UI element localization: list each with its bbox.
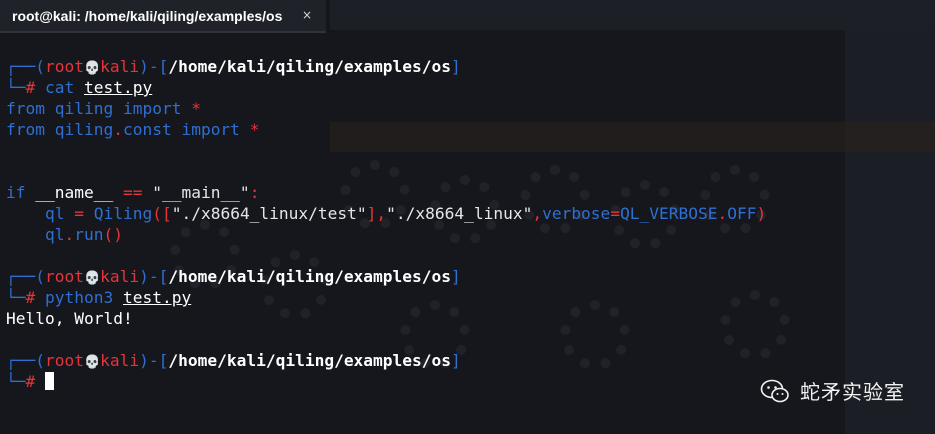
code-token: import [181, 120, 240, 139]
code-token: if [6, 183, 26, 202]
prompt-sep: )-[ [139, 267, 169, 286]
prompt-sep: ] [451, 267, 461, 286]
code-line: from qiling.const import * [6, 119, 836, 140]
code-token: QL_VERBOSE [620, 204, 718, 223]
prompt-hash: # [25, 372, 36, 391]
command-line: └─# [6, 371, 836, 392]
prompt-host: kali [100, 351, 140, 370]
prompt-corner: └─ [6, 288, 26, 307]
terminal-output[interactable]: ┌──(root💀kali)-[/home/kali/qiling/exampl… [6, 56, 836, 392]
code-token: , [532, 204, 543, 223]
command-name: cat [45, 78, 75, 97]
code-token: . [717, 204, 728, 223]
prompt-host: kali [100, 267, 140, 286]
code-token: = [74, 204, 84, 223]
code-token: "./x8664_linux" [386, 204, 533, 223]
code-token: "__main__" [152, 183, 250, 202]
prompt-path: /home/kali/qiling/examples/os [168, 267, 452, 286]
prompt-path: /home/kali/qiling/examples/os [168, 57, 452, 76]
terminal-tab[interactable]: root@kali: /home/kali/qiling/examples/os… [0, 0, 326, 33]
skull-icon: 💀 [83, 61, 101, 76]
code-token: run [74, 225, 104, 244]
code-token: Qiling [93, 204, 153, 223]
prompt-corner: ┌──( [6, 267, 45, 286]
terminal-tab-bar: root@kali: /home/kali/qiling/examples/os… [0, 0, 935, 33]
code-token: ql [44, 204, 65, 223]
skull-icon: 💀 [83, 271, 101, 286]
code-token: ) [756, 204, 767, 223]
command-name: python3 [45, 288, 114, 307]
prompt-corner: └─ [6, 372, 26, 391]
prompt-line: ┌──(root💀kali)-[/home/kali/qiling/exampl… [6, 266, 836, 287]
code-token: from [6, 120, 45, 139]
prompt-sep: ] [451, 57, 461, 76]
prompt-user: root [44, 57, 84, 76]
code-token: ql [44, 225, 65, 244]
watermark-text: 蛇矛实验室 [800, 380, 905, 404]
prompt-user: root [44, 267, 84, 286]
code-token: import [122, 99, 182, 118]
prompt-corner: ┌──( [6, 351, 45, 370]
prompt-sep: ] [451, 351, 461, 370]
prompt-corner: ┌──( [6, 57, 45, 76]
background-sidebar [845, 30, 935, 434]
prompt-line: ┌──(root💀kali)-[/home/kali/qiling/exampl… [6, 350, 836, 371]
code-token: . [64, 225, 75, 244]
prompt-corner: └─ [6, 78, 26, 97]
code-token: __name__ [35, 183, 114, 202]
prompt-path: /home/kali/qiling/examples/os [168, 351, 452, 370]
code-token: = [610, 204, 621, 223]
code-token: * [249, 120, 260, 139]
code-token: ], [366, 204, 387, 223]
prompt-line: ┌──(root💀kali)-[/home/kali/qiling/exampl… [6, 56, 836, 77]
command-line: └─# cat test.py [6, 77, 836, 98]
code-line: ql.run() [6, 224, 836, 245]
watermark: 蛇矛实验室 [760, 376, 905, 405]
code-token: ([ [152, 204, 172, 223]
skull-icon: 💀 [83, 355, 101, 370]
code-token: . [113, 120, 123, 139]
code-token: : [249, 183, 260, 202]
code-token: () [103, 225, 123, 244]
code-token: const [122, 120, 172, 139]
code-token: == [122, 183, 143, 202]
code-token: qiling [54, 99, 114, 118]
prompt-sep: )-[ [139, 351, 169, 370]
prompt-hash: # [25, 78, 36, 97]
code-line: if __name__ == "__main__": [6, 182, 836, 203]
code-token: "./x8664_linux/test" [171, 204, 367, 223]
tab-title: root@kali: /home/kali/qiling/examples/os [12, 7, 283, 24]
prompt-host: kali [100, 57, 140, 76]
text-cursor[interactable] [45, 372, 54, 390]
code-token: * [191, 99, 201, 118]
prompt-hash: # [25, 288, 36, 307]
code-line: ql = Qiling(["./x8664_linux/test"],"./x8… [6, 203, 836, 224]
command-arg: test.py [84, 78, 153, 97]
close-icon[interactable]: × [302, 8, 312, 22]
code-token: OFF [727, 204, 757, 223]
wechat-icon [760, 379, 789, 402]
prompt-user: root [44, 351, 84, 370]
code-line: from qiling import * [6, 98, 836, 119]
code-token: from [6, 99, 45, 118]
code-token: verbose [542, 204, 611, 223]
prompt-sep: )-[ [139, 57, 169, 76]
code-token: qiling [54, 120, 114, 139]
program-output: Hello, World! [6, 309, 133, 328]
command-arg: test.py [122, 288, 192, 307]
command-line: └─# python3 test.py [6, 287, 836, 308]
